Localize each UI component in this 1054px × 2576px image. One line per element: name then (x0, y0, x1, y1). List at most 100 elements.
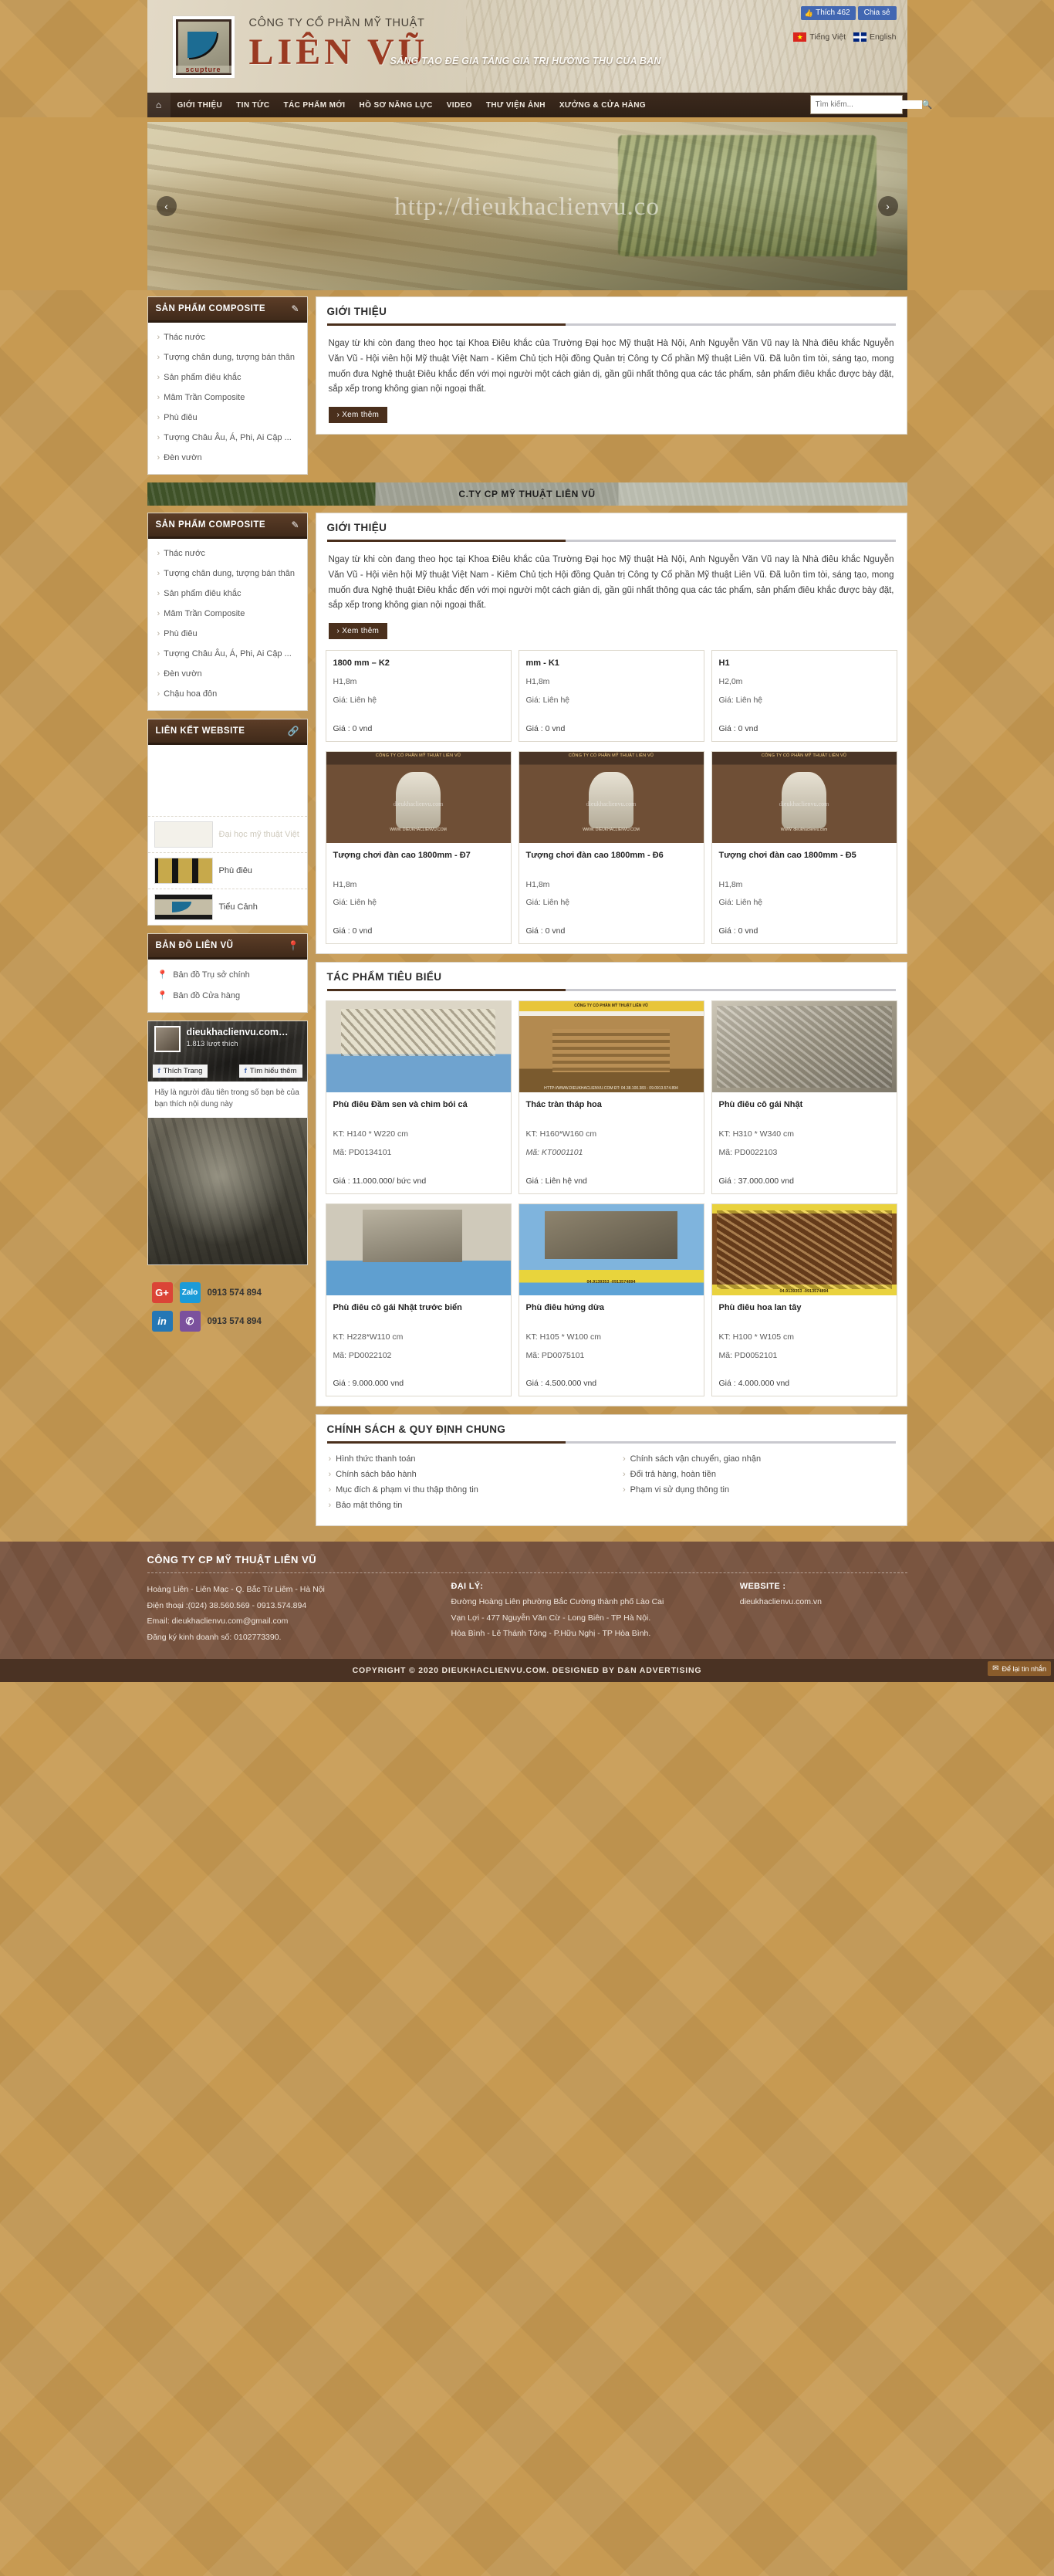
sidebar-item-thac-nuoc[interactable]: › Thác nước (148, 327, 307, 347)
featured-card[interactable]: 04.9139353 -0913574894 Phù điêu hoa lan … (711, 1203, 897, 1397)
sidebar-item-tuong-chan-dung[interactable]: › Tượng chân dung, tượng bán thân (148, 347, 307, 367)
featured-card[interactable]: 04.9139353 -0913574894 Phù điêu hứng dừa… (518, 1203, 704, 1397)
product-card[interactable]: CÔNG TY CỔ PHẦN MỸ THUẬT LIÊN VŨ dieukha… (518, 750, 704, 945)
edit-icon[interactable]: ✎ (291, 520, 299, 530)
nav-item-tin-tuc[interactable]: TIN TỨC (229, 93, 276, 117)
chevron-right-icon: › (328, 1501, 332, 1511)
nav-item-thu-vien-anh[interactable]: THƯ VIỆN ẢNH (479, 93, 552, 117)
nav-item-gioi-thieu[interactable]: GIỚI THIỆU (171, 93, 230, 117)
company-logo[interactable]: scupture (171, 15, 235, 79)
language-en[interactable]: English (853, 32, 897, 42)
product-name: H1 (718, 658, 730, 669)
main-layout-2: SẢN PHẨM COMPOSITE ✎ › Thác nước › Tượng c… (147, 513, 907, 1534)
home-icon[interactable]: ⌂ (147, 93, 171, 117)
policy-item[interactable]: › Chính sách vận chuyển, giao nhận (623, 1451, 894, 1467)
content-column: GIỚI THIỆU Ngay từ khi còn đang theo học… (315, 296, 907, 442)
viber-icon[interactable]: ✆ (179, 1311, 201, 1332)
facebook-like-button[interactable]: 👍 Thích 462 (800, 6, 856, 20)
link-item-tieu-canh[interactable]: Tiểu Cảnh (147, 889, 307, 925)
featured-card[interactable]: CÔNG TY CỔ PHẦN MỸ THUẬT LIÊN VŨ HTTP://… (518, 1000, 704, 1194)
product-contact: Giá: Liên hệ (718, 695, 763, 705)
nav-item-tac-pham-moi[interactable]: TÁC PHẨM MỚI (276, 93, 352, 117)
featured-card[interactable]: Phù điêu cô gái Nhật KT: H310 * W340 cm … (711, 1000, 897, 1194)
sidebar-item-phu-dieu[interactable]: › Phù điêu (148, 624, 307, 644)
search-input[interactable] (810, 100, 922, 109)
facebook-share-label: Chia sẻ (863, 8, 890, 17)
sidebar-item-thac-nuoc[interactable]: › Thác nước (148, 543, 307, 564)
footer-agent: Hòa Bình - Lê Thánh Tông - P.Hữu Nghị - … (451, 1629, 651, 1639)
facebook-like-page-button[interactable]: f Thích Trang (152, 1065, 208, 1078)
leave-message-button[interactable]: ✉ Để lại tin nhắn (988, 1661, 1051, 1677)
sidebar-item-chau-hoa-don[interactable]: › Chậu hoa đôn (148, 684, 307, 704)
chevron-right-icon: › (157, 333, 160, 342)
policy-item[interactable]: › Bảo mật thông tin (329, 1498, 600, 1513)
product-card[interactable]: H1 H2,0m Giá: Liên hệ Giá : 0 vnd (711, 650, 897, 742)
facebook-icon: f (244, 1067, 247, 1075)
policy-item[interactable]: › Đổi trả hàng, hoàn tiền (623, 1467, 894, 1482)
featured-card[interactable]: Phù điêu Đầm sen và chim bói cá KT: H140… (325, 1000, 512, 1194)
zalo-icon[interactable]: Zalo (179, 1282, 201, 1303)
language-vi[interactable]: ★ Tiếng Việt (793, 32, 846, 42)
link-item-dai-hoc[interactable]: Đại học mỹ thuật Việt (147, 816, 307, 852)
slider-next-icon[interactable]: › (877, 196, 898, 216)
viber-phone: 0913 574 894 (207, 1316, 262, 1326)
featured-name: Phù điêu cô gái Nhật (718, 1100, 803, 1110)
sidebar-item-den-vuon[interactable]: › Đèn vườn (148, 664, 307, 684)
sidebar-item-mam-tran-composite[interactable]: › Mâm Trần Composite (148, 604, 307, 624)
nav-item-ho-so-nang-luc[interactable]: HỒ SƠ NĂNG LỰC (352, 93, 439, 117)
read-more-button[interactable]: › Xem thêm (328, 407, 388, 424)
sidebar-item-san-pham-dieu-khac[interactable]: › Sản phẩm điêu khắc (148, 584, 307, 604)
product-card[interactable]: CÔNG TY CỔ PHẦN MỸ THUẬT LIÊN VŨ dieukha… (711, 750, 897, 945)
featured-grid-row-2: Phù điêu cô gái Nhật trước biển KT: H228… (316, 1203, 907, 1406)
panel-composite-1-header: SẢN PHẨM COMPOSITE ✎ (147, 297, 307, 323)
policy-item[interactable]: › Phạm vi sử dụng thông tin (623, 1482, 894, 1498)
hero-slider[interactable]: http://dieukhaclienvu.co ‹ › (147, 122, 907, 290)
sidebar-item-den-vuon[interactable]: › Đèn vườn (148, 448, 307, 468)
search-icon[interactable]: 🔍 (922, 100, 937, 110)
footer-website-url[interactable]: dieukhaclienvu.com.vn (740, 1594, 907, 1610)
map-item-tru-so[interactable]: 📍 Bản đồ Trụ sở chính (148, 964, 307, 985)
facebook-page-widget[interactable]: dieukhaclienvu.com… 1.813 lượt thích f Th… (147, 1021, 308, 1265)
product-contact: Giá: Liên hệ (718, 898, 763, 908)
google-plus-icon[interactable]: G+ (151, 1282, 173, 1303)
product-card[interactable]: mm - K1 H1,8m Giá: Liên hệ Giá : 0 vnd (518, 650, 704, 742)
sidebar-item-label: Tượng Châu Âu, Á, Phi, Ai Cập ... (164, 433, 292, 442)
featured-grid-row-1: Phù điêu Đầm sen và chim bói cá KT: H140… (316, 991, 907, 1203)
slider-prev-icon[interactable]: ‹ (156, 196, 177, 216)
link-icon[interactable]: 🔗 (288, 726, 299, 736)
panel-composite-1: SẢN PHẨM COMPOSITE ✎ › Thác nước › Tượng c… (147, 296, 308, 475)
sidebar-item-mam-tran-composite[interactable]: › Mâm Trần Composite (148, 388, 307, 408)
search-box[interactable]: 🔍 (809, 95, 932, 114)
policy-item[interactable]: › Chính sách bảo hành (329, 1467, 600, 1482)
sidebar-item-san-pham-dieu-khac[interactable]: › Sản phẩm điêu khắc (148, 367, 307, 388)
product-size: H1,8m (718, 879, 743, 889)
nav-item-video[interactable]: VIDEO (440, 93, 479, 117)
sidebar-item-label: Thác nước (164, 549, 205, 558)
map-item-cua-hang[interactable]: 📍 Bản đồ Cửa hàng (148, 985, 307, 1006)
edit-icon[interactable]: ✎ (291, 303, 299, 314)
product-card[interactable]: 1800 mm – K2 H1,8m Giá: Liên hệ Giá : 0 … (325, 650, 512, 742)
map-pin-icon[interactable]: 📍 (288, 940, 299, 951)
read-more-button-main[interactable]: › Xem thêm (328, 623, 388, 640)
nav-item-xuong-cua-hang[interactable]: XƯỞNG & CỬA HÀNG (552, 93, 653, 117)
sidebar-item-tuong-chan-dung[interactable]: › Tượng chân dung, tượng bán thân (148, 564, 307, 584)
facebook-learn-more-button[interactable]: f Tìm hiểu thêm (238, 1065, 302, 1078)
policy-item[interactable]: › Hình thức thanh toán (329, 1451, 600, 1467)
link-item-phu-dieu[interactable]: Phù điêu (147, 852, 307, 889)
content-column-2: GIỚI THIỆU Ngay từ khi còn đang theo học… (315, 513, 907, 1534)
linkedin-icon[interactable]: in (151, 1311, 173, 1332)
sidebar-item-tuong-chau-au[interactable]: › Tượng Châu Âu, Á, Phi, Ai Cập ... (148, 644, 307, 664)
header-right-tools: 👍 Thích 462 Chia sẻ ★ Tiếng Việt English (793, 6, 897, 42)
featured-image: 04.9139353 -0913574894 (519, 1203, 704, 1295)
featured-card[interactable]: Phù điêu cô gái Nhật trước biển KT: H228… (325, 1203, 512, 1397)
sidebar-item-tuong-chau-au[interactable]: › Tượng Châu Âu, Á, Phi, Ai Cập ... (148, 428, 307, 448)
map-item-label: Bản đồ Trụ sở chính (173, 970, 250, 980)
featured-code: Mã: PD0134101 (333, 1147, 392, 1157)
sidebar-item-phu-dieu[interactable]: › Phù điêu (148, 408, 307, 428)
footer-email[interactable]: Email: dieukhaclienvu.com@gmail.com (147, 1613, 451, 1629)
facebook-share-button[interactable]: Chia sẻ (857, 6, 897, 20)
product-grid-row-1: 1800 mm – K2 H1,8m Giá: Liên hệ Giá : 0 … (316, 650, 907, 751)
link-item-label: Đại học mỹ thuật Việt (218, 830, 299, 839)
policy-item[interactable]: › Mục đích & phạm vi thu thập thông tin (329, 1482, 600, 1498)
product-card[interactable]: CÔNG TY CỔ PHẦN MỸ THUẬT LIÊN VŨ dieukha… (325, 750, 512, 945)
